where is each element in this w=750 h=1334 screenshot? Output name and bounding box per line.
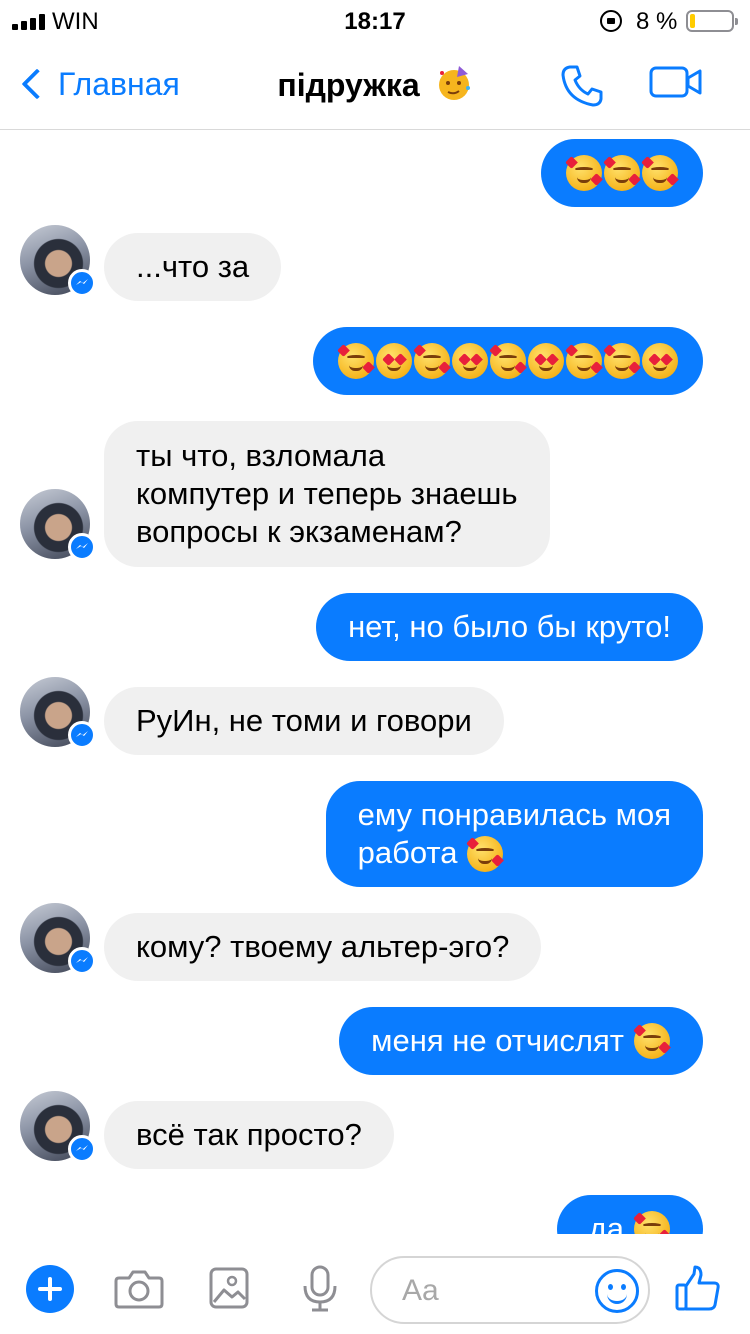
message-text: ...что за [136,249,250,284]
video-camera-icon [649,66,702,98]
smiling-face-with-hearts-icon [467,836,504,873]
message-incoming[interactable]: всё так просто? [104,1101,394,1169]
message-line-with-emoji: работа [358,834,505,873]
status-bar: WIN 18:17 8 % [0,0,750,40]
smiling-face-with-hearts-icon [566,343,602,379]
camera-icon [114,1270,164,1309]
message-line: компутер и теперь знаешь [136,476,518,511]
message-outgoing[interactable]: ему понравилась моя работа [325,781,703,887]
messenger-badge-icon [68,533,96,561]
message-text: нет, но было бы круто! [348,609,671,644]
rotation-lock-icon [600,10,622,32]
phone-icon [561,65,603,107]
message-line: ему понравилась моя [357,796,671,832]
heart-eyes-icon [642,343,678,379]
thumbs-up-icon [675,1265,720,1311]
heart-eyes-icon [528,343,564,379]
partying-face-icon [438,66,470,100]
message-incoming[interactable]: ты что, взломала компутер и теперь знаеш… [104,421,550,567]
message-outgoing[interactable]: да [556,1195,703,1234]
gallery-icon [209,1267,249,1309]
message-outgoing[interactable]: меня не отчислят [339,1007,703,1075]
message-incoming[interactable]: РуИн, не томи и говори [104,687,504,755]
video-call-button[interactable] [648,62,704,107]
message-input[interactable] [402,1272,582,1310]
smiling-face-with-hearts-icon [490,343,526,379]
messenger-badge-icon [68,947,96,975]
microphone-button[interactable] [300,1264,340,1319]
message-text: да [588,1211,624,1234]
message-input-box[interactable] [370,1256,650,1324]
heart-eyes-icon [376,343,412,379]
message-line: ты что, взломала [136,438,386,473]
camera-button[interactable] [114,1268,164,1315]
emoji-icon[interactable] [595,1269,639,1313]
gallery-button[interactable] [208,1266,250,1315]
message-text: кому? твоему альтер-эго? [136,929,510,964]
message-outgoing[interactable]: нет, но было бы круто! [316,593,703,661]
composer-toolbar [0,1234,750,1334]
smiling-face-with-hearts-icon [604,343,640,379]
message-line: вопросы к экзаменам? [136,514,462,549]
message-text: РуИн, не томи и говори [136,703,472,738]
battery-icon [686,10,738,32]
smiling-face-with-hearts-icon [414,343,450,379]
plus-button[interactable] [26,1265,74,1313]
message-outgoing[interactable] [313,327,703,395]
like-button[interactable] [674,1264,722,1317]
message-outgoing[interactable] [541,139,703,207]
conversation-title[interactable]: підружка [0,64,750,104]
battery-percent: 8 % [636,8,678,35]
smiling-face-with-hearts-icon [604,155,640,191]
messenger-badge-icon [68,1135,96,1163]
message-incoming[interactable]: кому? твоему альтер-эго? [104,913,542,981]
conversation-header: Главная підружка [0,40,750,130]
microphone-icon [303,1265,337,1312]
message-text: всё так просто? [136,1117,362,1152]
call-button[interactable] [558,62,606,115]
smiling-face-with-hearts-icon [338,343,374,379]
message-list[interactable]: ...что за ты что, взломала компутер и те… [0,131,750,1234]
message-incoming[interactable]: ...что за [104,233,282,301]
smiling-face-with-hearts-icon [642,155,678,191]
messenger-badge-icon [68,269,96,297]
message-text: меня не отчислят [371,1023,624,1058]
messenger-badge-icon [68,721,96,749]
smiling-face-with-hearts-icon [566,155,602,191]
smiling-face-with-hearts-icon [634,1023,670,1059]
smiling-face-with-hearts-icon [634,1211,670,1234]
heart-eyes-icon [452,343,488,379]
contact-name: підружка [277,67,420,103]
